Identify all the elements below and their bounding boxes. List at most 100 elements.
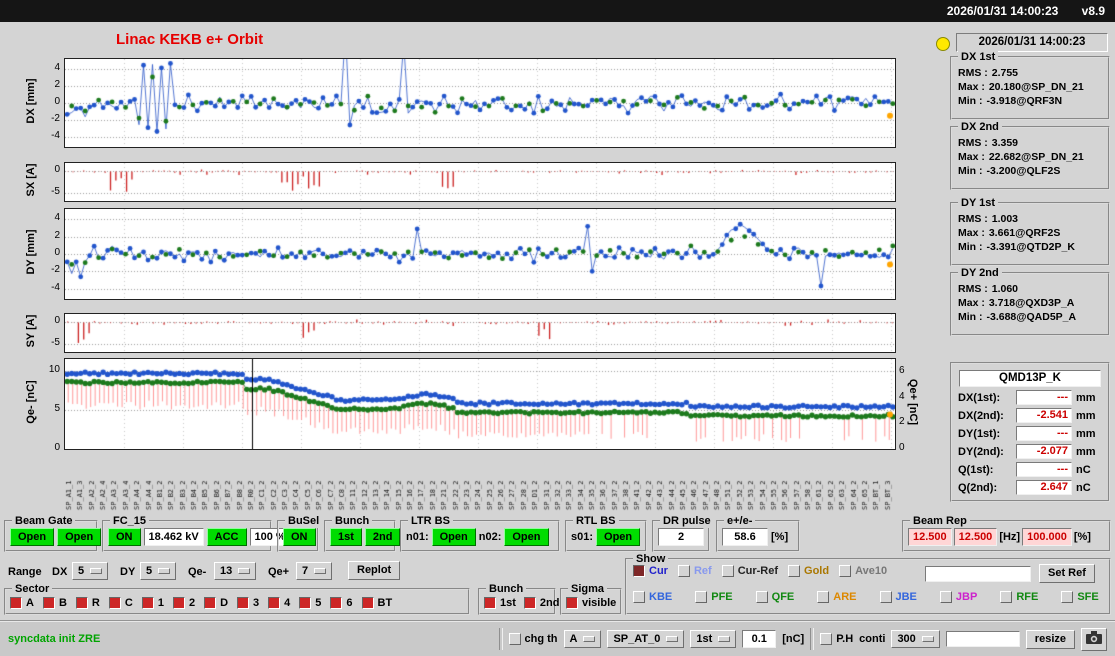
stat-row: Min : -3.391@QTD2P_K xyxy=(958,241,1108,253)
bunch-checkbox-label: 2nd xyxy=(539,596,560,609)
bpm-select[interactable]: SP_AT_0 xyxy=(607,630,685,648)
show-toggle-sfe[interactable]: SFE xyxy=(1061,591,1099,603)
count-select[interactable]: 300 xyxy=(891,630,940,648)
show-toggle-ref[interactable]: Ref xyxy=(677,565,712,577)
show-toggle-cur-ref[interactable]: Cur-Ref xyxy=(721,565,779,577)
sector-checkbox-4[interactable]: 4 xyxy=(268,596,290,609)
stat-label: Max : xyxy=(958,227,985,239)
bunch-checkbox-1st[interactable]: 1st xyxy=(484,596,516,609)
sector-checkbox-r[interactable]: R xyxy=(75,596,100,609)
monitor-row-label: DY(2nd): xyxy=(958,445,1004,458)
show-toggle-label: JBP xyxy=(955,591,978,603)
beam-gate-open-button-2[interactable]: Open xyxy=(57,528,102,546)
busel-on-button[interactable]: ON xyxy=(283,528,316,546)
checkbox-icon xyxy=(879,591,892,603)
range-dy-select[interactable]: 5 xyxy=(140,562,177,580)
sector-checkbox-a[interactable]: A xyxy=(10,596,34,609)
bunch-2nd-button[interactable]: 2nd xyxy=(364,528,401,546)
sigma-checkbox-visible[interactable]: visible xyxy=(566,596,616,609)
window-titlebar: 2026/01/31 14:00:23 v8.9 xyxy=(0,0,1115,22)
bunch-select[interactable]: 1st xyxy=(690,630,737,648)
show-toggle-ave10[interactable]: Ave10 xyxy=(839,565,887,577)
stat-box-title: DX 2nd xyxy=(958,120,1002,134)
sector-checkbox-3[interactable]: 3 xyxy=(237,596,259,609)
sector-checkbox-5[interactable]: 5 xyxy=(299,596,322,609)
show-toggle-label: Cur-Ref xyxy=(737,565,779,577)
chg-th-checkbox[interactable]: chg th xyxy=(508,633,558,645)
range-dy-name: DY xyxy=(120,566,136,578)
stat-label: RMS : xyxy=(958,213,988,225)
replot-button[interactable]: Replot xyxy=(348,561,401,580)
monitor-row: Q(1st): --- nC xyxy=(958,462,1104,477)
axis-tick-label: 5 xyxy=(54,402,60,414)
beam-select[interactable]: A xyxy=(563,630,602,648)
stat-box-dy-2nd: DY 2nd RMS :1.060 Max :3.718@QXD3P_A Min :-… xyxy=(950,266,1110,336)
checkbox-icon xyxy=(1061,591,1074,603)
ltr-n01-open-button[interactable]: Open xyxy=(431,528,476,546)
axis-tick-label: 0 xyxy=(54,96,60,107)
fc15-acc-button[interactable]: ACC xyxy=(206,528,247,546)
bunch-check-group: Bunch 1st 2nd xyxy=(478,582,559,615)
beam-rep-pct-label: [%] xyxy=(1073,531,1091,543)
checkbox-icon xyxy=(299,596,312,609)
checkbox-icon xyxy=(508,633,521,645)
sector-checkbox-c[interactable]: C xyxy=(108,596,133,609)
beam-gate-open-button-1[interactable]: Open xyxy=(10,528,55,546)
stat-value: 1.060 xyxy=(991,283,1019,295)
show-toggle-jbp[interactable]: JBP xyxy=(939,591,978,603)
sector-checkbox-bt[interactable]: BT xyxy=(361,596,392,609)
stat-row: RMS :1.060 xyxy=(958,283,1108,295)
show-toggle-gold[interactable]: Gold xyxy=(788,565,829,577)
resize-button[interactable]: resize xyxy=(1025,629,1075,649)
camera-icon xyxy=(1086,630,1102,644)
show-toggle-cur[interactable]: Cur xyxy=(633,565,668,577)
conti-toggle[interactable]: conti xyxy=(859,633,885,645)
show-toggle-rfe[interactable]: RFE xyxy=(1000,591,1038,603)
sector-checkbox-label: 5 xyxy=(315,596,322,609)
sector-checkbox-label: C xyxy=(124,596,133,609)
sector-checkbox-1[interactable]: 1 xyxy=(141,596,164,609)
range-qe-minus-select[interactable]: 13 xyxy=(214,562,257,580)
sector-checkbox-b[interactable]: B xyxy=(42,596,67,609)
show-group: Show Cur Ref Cur-Ref Gold Ave10 Set Ref KBE P… xyxy=(625,552,1111,615)
monitor-row: DX(2nd): -2.541 mm xyxy=(958,408,1104,423)
show-toggle-kbe[interactable]: KBE xyxy=(633,591,672,603)
sector-checkbox-6[interactable]: 6 xyxy=(330,596,353,609)
sector-checkbox-label: 2 xyxy=(188,596,196,609)
show-row-1: Cur Ref Cur-Ref Gold Ave10 xyxy=(633,565,887,577)
bunch-1st-button[interactable]: 1st xyxy=(330,528,362,546)
show-toggle-pfe[interactable]: PFE xyxy=(695,591,733,603)
status-blank-input[interactable] xyxy=(945,631,1020,647)
stat-row: Min : -3.918@QRF3N xyxy=(958,95,1108,107)
ph-checkbox[interactable]: P.H xyxy=(820,633,853,645)
screenshot-button[interactable] xyxy=(1081,627,1107,651)
fc15-on-button[interactable]: ON xyxy=(108,528,141,546)
rtl-s01-open-button[interactable]: Open xyxy=(596,528,641,546)
sector-checkbox-label: R xyxy=(91,596,100,609)
sector-checkbox-d[interactable]: D xyxy=(204,596,228,609)
show-group-label: Show xyxy=(633,552,669,566)
show-toggle-qfe[interactable]: QFE xyxy=(755,591,794,603)
checkbox-icon xyxy=(10,596,22,609)
checkbox-icon xyxy=(695,591,708,603)
ltr-n02-open-button[interactable]: Open xyxy=(504,528,549,546)
ph-label: P.H xyxy=(836,633,854,645)
dr-pulse-group: DR pulse 2 xyxy=(652,514,714,552)
stat-value: 3.718@QXD3P_A xyxy=(988,297,1075,309)
bunch-checkbox-2nd[interactable]: 2nd xyxy=(523,596,560,609)
range-dx-select[interactable]: 5 xyxy=(72,562,109,580)
titlebar-version: v8.9 xyxy=(1081,4,1105,18)
range-qe-plus-select[interactable]: 7 xyxy=(296,562,333,580)
sector-checkbox-2[interactable]: 2 xyxy=(172,596,196,609)
show-toggle-jbe[interactable]: JBE xyxy=(879,591,917,603)
set-ref-input[interactable] xyxy=(925,566,1031,582)
stat-row: RMS :2.755 xyxy=(958,67,1108,79)
show-toggle-are[interactable]: ARE xyxy=(817,591,857,603)
sector-checkbox-label: A xyxy=(26,596,34,609)
range-qe-minus-name: Qe- xyxy=(188,566,207,578)
set-ref-button[interactable]: Set Ref xyxy=(1039,564,1095,583)
sector-checkbox-label: 6 xyxy=(346,596,353,609)
stat-label: Min : xyxy=(958,165,983,177)
stat-box-dy-1st: DY 1st RMS :1.003 Max :3.661@QRF2S Min : -3.… xyxy=(950,196,1110,266)
checkbox-icon xyxy=(755,591,768,603)
